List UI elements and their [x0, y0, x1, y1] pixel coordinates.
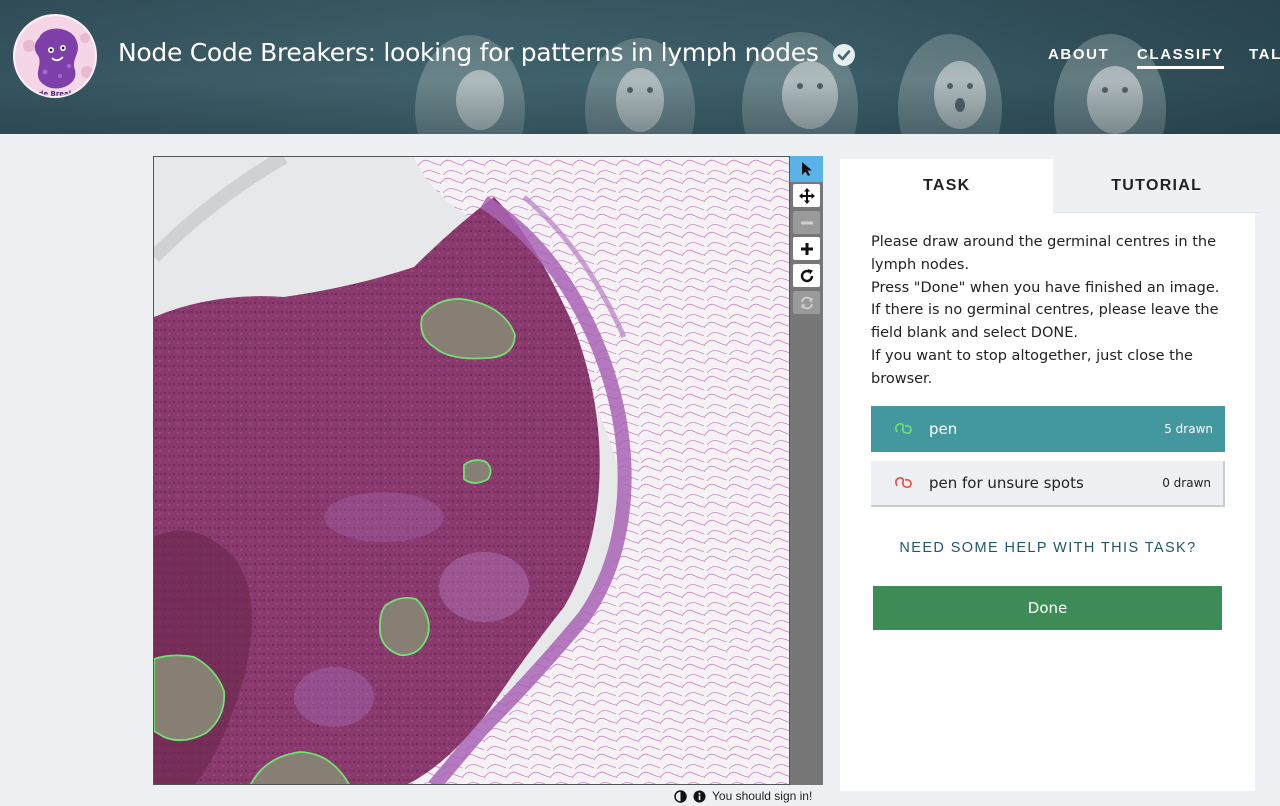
unsure-pen-tool-option[interactable]: pen for unsure spots 0 drawn: [871, 461, 1225, 507]
pointer-icon: [800, 161, 814, 177]
unsure-pen-tool-count: 0 drawn: [1162, 476, 1211, 490]
zoom-out-button[interactable]: [793, 211, 820, 234]
unsure-pen-tool-label: pen for unsure spots: [929, 474, 1084, 492]
pen-tool-count: 5 drawn: [1164, 422, 1213, 436]
tab-tutorial[interactable]: TUTORIAL: [1053, 159, 1260, 213]
pen-tool-option[interactable]: pen 5 drawn: [871, 406, 1225, 452]
info-icon[interactable]: [693, 790, 706, 803]
project-title[interactable]: Node Code Breakers: looking for patterns…: [118, 38, 819, 67]
subject-image-viewer[interactable]: [153, 156, 790, 785]
instruction-line: Please draw around the germinal centres …: [871, 234, 1216, 273]
tab-task[interactable]: TASK: [840, 159, 1054, 213]
instruction-line: Press "Done" when you have finished an i…: [871, 279, 1220, 296]
instruction-line: If there is no germinal centres, please …: [871, 302, 1219, 342]
task-panel: TASK TUTORIAL Please draw around the ger…: [840, 159, 1260, 791]
instruction-line: If you want to stop altogether, just clo…: [871, 347, 1193, 387]
rotate-button[interactable]: [793, 264, 820, 287]
move-icon: [798, 187, 816, 205]
header-overlay: [0, 0, 1280, 134]
rotate-icon: [799, 268, 815, 284]
sign-in-text: You should sign in!: [712, 789, 813, 803]
task-instructions: Please draw around the germinal centres …: [871, 231, 1231, 391]
pen-tool-label: pen: [929, 420, 958, 438]
viewer-toolbar: [790, 156, 823, 785]
nav-about-link[interactable]: ABOUT: [1048, 46, 1109, 63]
zoom-out-icon: [799, 215, 815, 231]
project-logo[interactable]: Code Breakers: [13, 14, 97, 98]
done-button[interactable]: Done: [873, 586, 1222, 630]
nav-classify-link[interactable]: CLASSIFY: [1137, 46, 1224, 69]
project-header: Code Breakers Node Code Breakers: lookin…: [0, 0, 1280, 134]
panel-tabs: TASK TUTORIAL: [840, 159, 1260, 213]
nav-talk-link[interactable]: TALK: [1249, 46, 1280, 63]
invert-colors-icon[interactable]: [674, 789, 687, 803]
reset-icon: [799, 295, 815, 311]
zoom-in-icon: [799, 241, 815, 257]
pointer-tool-button[interactable]: [790, 156, 823, 182]
verified-badge-icon: [833, 44, 855, 66]
freehand-line-icon: [893, 474, 915, 492]
need-help-link[interactable]: NEED SOME HELP WITH THIS TASK?: [871, 540, 1225, 556]
move-tool-button[interactable]: [793, 184, 820, 207]
lymph-node-tissue-image[interactable]: [154, 157, 790, 785]
zoom-in-button[interactable]: [793, 237, 820, 260]
freehand-line-icon: [893, 420, 915, 438]
reset-view-button[interactable]: [793, 291, 820, 314]
